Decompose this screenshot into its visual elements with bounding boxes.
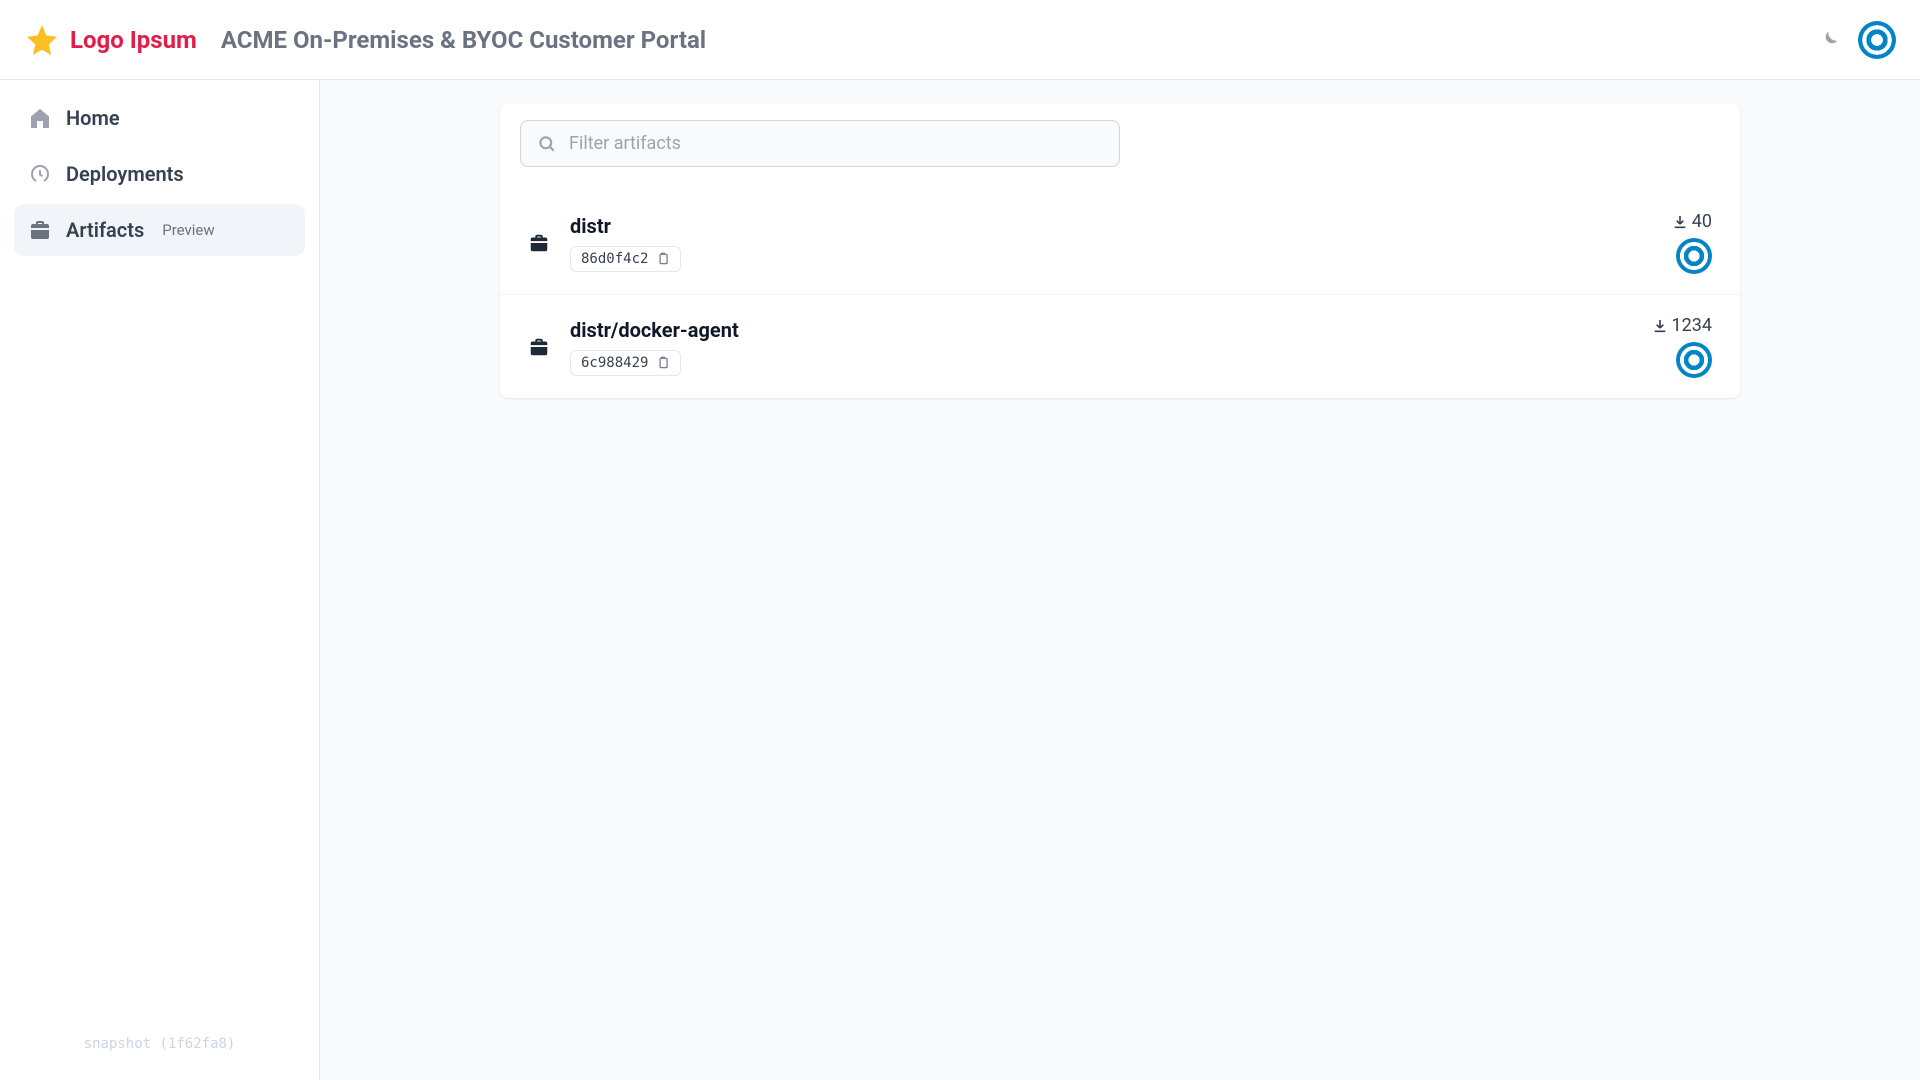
home-icon <box>28 106 52 130</box>
artifact-info: distr/docker-agent 6c988429 <box>570 318 1652 376</box>
artifact-name: distr <box>570 214 1672 238</box>
search-wrap <box>500 104 1740 167</box>
artifact-right: 1234 <box>1652 315 1712 378</box>
sidebar-item-label: Deployments <box>66 162 184 186</box>
logo-text: Logo Ipsum <box>70 26 197 54</box>
download-count-value: 40 <box>1692 211 1712 232</box>
download-count: 40 <box>1672 211 1712 232</box>
artifacts-card: distr 86d0f4c2 <box>500 104 1740 398</box>
artifact-row[interactable]: distr 86d0f4c2 <box>500 191 1740 294</box>
artifact-owner-avatar[interactable] <box>1676 238 1712 274</box>
artifact-name: distr/docker-agent <box>570 318 1652 342</box>
sidebar-item-artifacts[interactable]: Artifacts Preview <box>14 204 305 256</box>
sidebar-item-label: Home <box>66 106 120 130</box>
snapshot-version: snapshot (1f62fa8) <box>14 1036 305 1068</box>
search-icon <box>537 134 557 154</box>
artifact-row[interactable]: distr/docker-agent 6c988429 <box>500 294 1740 398</box>
body: Home Deployments Artifacts Preview snaps… <box>0 80 1920 1080</box>
artifact-info: distr 86d0f4c2 <box>570 214 1672 272</box>
header-right <box>1818 21 1896 59</box>
sidebar-item-label: Artifacts <box>66 218 144 242</box>
preview-badge: Preview <box>162 221 214 239</box>
logo[interactable]: Logo Ipsum <box>24 22 197 58</box>
main: distr 86d0f4c2 <box>320 80 1920 1080</box>
artifact-owner-avatar[interactable] <box>1676 342 1712 378</box>
portal-title: ACME On-Premises & BYOC Customer Portal <box>221 26 706 54</box>
sidebar-item-deployments[interactable]: Deployments <box>14 148 305 200</box>
package-icon <box>528 232 550 254</box>
hash-text: 86d0f4c2 <box>581 251 648 267</box>
header: Logo Ipsum ACME On-Premises & BYOC Custo… <box>0 0 1920 80</box>
download-count-value: 1234 <box>1672 315 1712 336</box>
user-avatar[interactable] <box>1858 21 1896 59</box>
hash-text: 6c988429 <box>581 355 648 371</box>
artifact-list: distr 86d0f4c2 <box>500 167 1740 398</box>
clipboard-icon[interactable] <box>656 252 670 266</box>
briefcase-icon <box>28 218 52 242</box>
clipboard-icon[interactable] <box>656 356 670 370</box>
sidebar: Home Deployments Artifacts Preview snaps… <box>0 80 320 1080</box>
search-box[interactable] <box>520 120 1120 167</box>
header-left: Logo Ipsum ACME On-Premises & BYOC Custo… <box>24 22 706 58</box>
download-icon <box>1672 214 1688 230</box>
hash-pill[interactable]: 86d0f4c2 <box>570 246 681 272</box>
hash-pill[interactable]: 6c988429 <box>570 350 681 376</box>
artifact-right: 40 <box>1672 211 1712 274</box>
moon-icon[interactable] <box>1818 29 1840 51</box>
sidebar-items: Home Deployments Artifacts Preview <box>14 92 305 1036</box>
sidebar-item-home[interactable]: Home <box>14 92 305 144</box>
search-input[interactable] <box>569 133 1103 154</box>
package-icon <box>528 336 550 358</box>
gauge-icon <box>28 162 52 186</box>
download-count: 1234 <box>1652 315 1712 336</box>
star-icon <box>24 22 60 58</box>
download-icon <box>1652 318 1668 334</box>
